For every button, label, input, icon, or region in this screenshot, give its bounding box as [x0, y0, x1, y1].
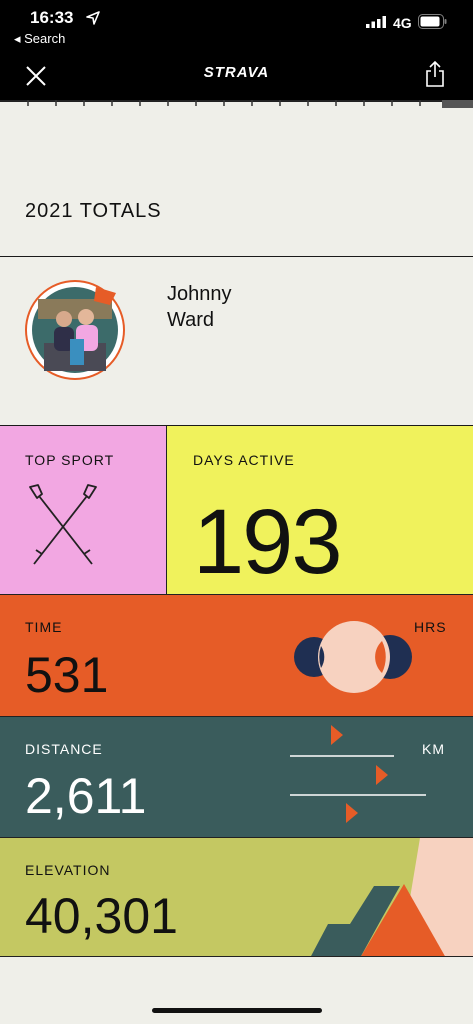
- user-last-name: Ward: [167, 309, 215, 331]
- elevation-tile: ELEVATION M 40,301: [0, 837, 473, 957]
- location-arrow-icon: [86, 11, 100, 25]
- back-to-search-link[interactable]: ◂ Search: [14, 31, 65, 47]
- user-first-name: Johnny: [167, 283, 232, 305]
- distance-value: 2,611: [25, 768, 147, 824]
- distance-tile: DISTANCE KM 2,611: [0, 716, 473, 837]
- time-label: TIME: [25, 619, 63, 635]
- share-icon[interactable]: [424, 60, 446, 88]
- time-value: 531: [25, 647, 109, 703]
- elevation-mountains-graphic: [311, 838, 473, 956]
- distance-label: DISTANCE: [25, 741, 103, 757]
- page-title: 2021 TOTALS: [25, 200, 162, 222]
- story-progress-bar: [0, 100, 473, 108]
- elevation-value: 40,301: [25, 888, 178, 944]
- top-bar: 16:33 ◂ Search 4G STRAVA: [0, 0, 473, 100]
- user-name: Johnny Ward: [167, 281, 327, 333]
- days-active-value: 193: [193, 491, 342, 593]
- days-active-label: DAYS ACTIVE: [193, 452, 295, 468]
- divider: [0, 256, 473, 257]
- rowing-oars-icon: [29, 484, 97, 565]
- network-type: 4G: [393, 15, 412, 31]
- elevation-label: ELEVATION: [25, 862, 111, 878]
- avatar: [25, 280, 125, 380]
- time-circles-graphic: [294, 621, 412, 693]
- top-sport-label: TOP SPORT: [25, 452, 115, 468]
- signal-icon: [366, 16, 386, 28]
- top-sport-tile: TOP SPORT: [0, 426, 167, 594]
- time-tile: TIME HRS 531: [0, 594, 473, 716]
- time-unit: HRS: [414, 619, 447, 635]
- distance-lanes-graphic: [290, 725, 426, 823]
- days-active-tile: DAYS ACTIVE 193: [167, 426, 473, 594]
- strava-logo: STRAVA: [203, 64, 270, 81]
- home-indicator[interactable]: [152, 1008, 322, 1013]
- status-time: 16:33: [30, 8, 74, 27]
- battery-icon: [418, 14, 447, 29]
